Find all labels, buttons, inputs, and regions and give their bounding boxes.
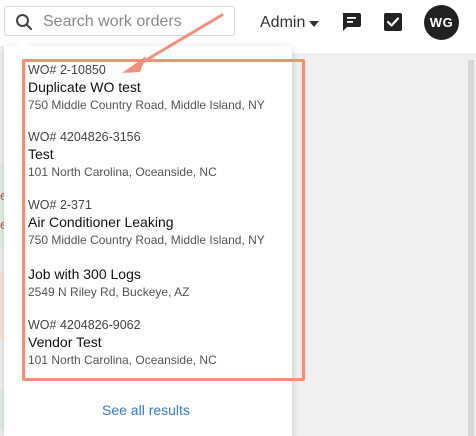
checkbox-tasks-icon[interactable] bbox=[382, 11, 404, 33]
result-address: 750 Middle Country Road, Middle Island, … bbox=[28, 233, 265, 247]
result-item[interactable]: WO# 2-10850 Duplicate WO test 750 Middle… bbox=[28, 62, 265, 113]
avatar-initials: WG bbox=[429, 15, 454, 30]
result-title: Job with 300 Logs bbox=[28, 266, 141, 282]
result-title: Air Conditioner Leaking bbox=[28, 214, 174, 230]
result-item[interactable]: WO# 2-371 Air Conditioner Leaking 750 Mi… bbox=[28, 197, 265, 248]
chevron-down-icon bbox=[309, 20, 320, 27]
background-scrollbar[interactable] bbox=[468, 60, 474, 436]
result-wo-number: WO# 2-10850 bbox=[28, 63, 106, 77]
search-input[interactable] bbox=[41, 10, 235, 34]
result-address: 101 North Carolina, Oceanside, NC bbox=[28, 353, 217, 367]
result-item[interactable]: WO# 4204826-3156 Test 101 North Carolina… bbox=[28, 129, 217, 180]
see-all-results-link[interactable]: See all results bbox=[102, 402, 190, 418]
avatar[interactable]: WG bbox=[424, 5, 459, 40]
result-wo-number: WO# 2-371 bbox=[28, 198, 92, 212]
top-bar: Admin WG bbox=[0, 0, 476, 46]
admin-menu-label: Admin bbox=[260, 14, 306, 31]
result-address: 101 North Carolina, Oceanside, NC bbox=[28, 165, 217, 179]
result-address: 750 Middle Country Road, Middle Island, … bbox=[28, 98, 265, 112]
result-item[interactable]: WO# 4204826-9062 Vendor Test 101 North C… bbox=[28, 317, 217, 368]
search-icon bbox=[16, 14, 33, 31]
search-box[interactable] bbox=[4, 6, 235, 36]
dropdown-notch bbox=[16, 39, 30, 46]
result-item[interactable]: Job with 300 Logs 2549 N Riley Rd, Bucke… bbox=[28, 265, 189, 300]
result-wo-number: WO# 4204826-9062 bbox=[28, 318, 141, 332]
result-title: Duplicate WO test bbox=[28, 79, 141, 95]
result-title: Vendor Test bbox=[28, 334, 102, 350]
result-title: Test bbox=[28, 146, 54, 162]
result-wo-number: WO# 4204826-3156 bbox=[28, 130, 141, 144]
admin-menu-dropdown[interactable]: Admin bbox=[260, 12, 320, 34]
result-address: 2549 N Riley Rd, Buckeye, AZ bbox=[28, 285, 190, 299]
chat-icon[interactable] bbox=[340, 11, 362, 33]
background-page bbox=[292, 53, 476, 436]
